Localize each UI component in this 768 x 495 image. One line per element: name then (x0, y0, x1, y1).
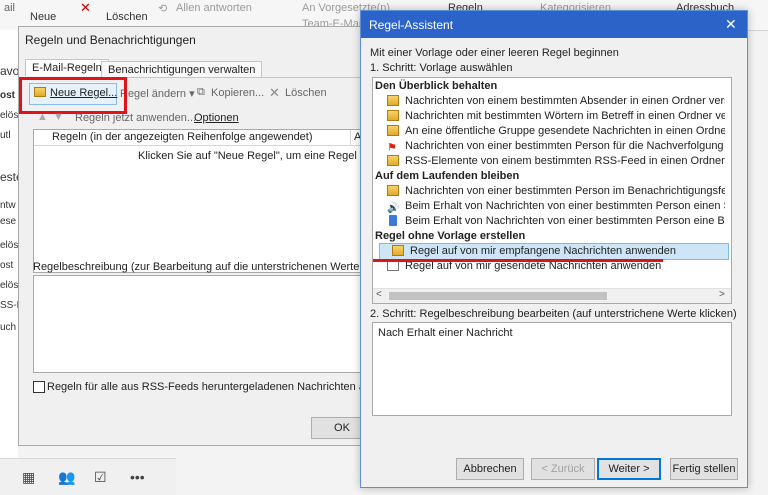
list-item[interactable]: An eine öffentliche Gruppe gesendete Nac… (375, 124, 725, 139)
navigation-bar: ▦ 👥 ☑ ••• (0, 458, 176, 495)
flag-icon: ⚑ (387, 142, 397, 154)
rules-wizard-dialog: Regel-Assistent ✕ Mit einer Vorlage oder… (360, 10, 748, 488)
column-divider (350, 130, 351, 145)
folder-pane: avo ost elös utl este ntw ese elös ost e… (0, 30, 18, 494)
copy-button[interactable]: Kopieren... (211, 87, 264, 99)
back-button[interactable]: < Zurück (531, 458, 595, 480)
tab-manage-notifications[interactable]: Benachrichtigungen verwalten (101, 61, 263, 78)
group-header: Den Überblick behalten (375, 80, 498, 92)
list-item[interactable]: Nachrichten von einem bestimmten Absende… (375, 94, 725, 109)
list-item[interactable]: RSS-Elemente von einem bestimmten RSS-Fe… (375, 154, 725, 169)
list-item-selected[interactable]: Regel auf von mir empfangene Nachrichten… (379, 243, 729, 260)
list-item[interactable]: 🔊 Beim Erhalt von Nachrichten von einer b… (375, 199, 725, 214)
list-item[interactable]: Beim Erhalt von Nachrichten von einer be… (375, 214, 725, 229)
delete-rule-button[interactable]: Löschen (285, 87, 327, 99)
folder-label[interactable]: ost (0, 260, 18, 271)
highlight-underline (373, 259, 663, 262)
envelope-icon (392, 245, 404, 256)
rules-dialog: Regeln und Benachrichtigungen E-Mail-Reg… (18, 26, 390, 446)
highlight-box (19, 77, 127, 114)
rule-description-box[interactable]: Nach Erhalt einer Nachricht (372, 322, 732, 416)
rss-folder-icon (387, 155, 399, 166)
reply-all-icon: ⟲ (158, 3, 168, 15)
apply-rules-now-button[interactable]: Regeln jetzt anwenden... (75, 112, 196, 124)
folder-label[interactable]: ost (0, 90, 18, 101)
move-down-icon[interactable]: ▼ (53, 111, 64, 123)
envelope-icon (387, 185, 399, 196)
copy-icon: ⧉ (197, 86, 205, 98)
folder-label[interactable]: elös (0, 280, 18, 291)
folder-label[interactable]: ese (0, 216, 18, 227)
people-icon[interactable]: 👥 (58, 469, 75, 486)
template-list[interactable]: Den Überblick behalten Nachrichten von e… (372, 77, 732, 304)
folder-label[interactable]: SS-F (0, 300, 18, 311)
folder-label[interactable]: utl (0, 130, 18, 141)
wizard-title: Regel-Assistent (369, 18, 454, 32)
scroll-right-icon[interactable]: > (719, 289, 725, 300)
rss-rules-label: Regeln für alle aus RSS-Feeds herunterge… (47, 381, 391, 393)
folder-label[interactable]: elös (0, 110, 18, 121)
wizard-titlebar: Regel-Assistent ✕ (361, 11, 747, 38)
next-button[interactable]: Weiter > (597, 458, 661, 480)
rss-rules-checkbox[interactable] (33, 381, 45, 393)
column-header-rule[interactable]: Regeln (in der angezeigten Reihenfolge a… (52, 131, 313, 143)
tab-email-rules[interactable]: E-Mail-Regeln (25, 59, 109, 76)
calendar-icon[interactable]: ▦ (22, 469, 35, 486)
wizard-intro: Mit einer Vorlage oder einer leeren Rege… (370, 47, 619, 59)
delete-button[interactable]: Löschen (106, 11, 148, 23)
mail-fragment: ail (4, 2, 16, 14)
folder-label[interactable]: avo (0, 64, 18, 78)
phone-icon (389, 215, 397, 226)
delete-rule-icon: ✕ (269, 85, 280, 100)
reply-all-button[interactable]: Allen antworten (176, 2, 252, 14)
horizontal-scrollbar[interactable]: < > (373, 288, 731, 303)
envelope-folder-icon (387, 125, 399, 136)
envelope-folder-icon (387, 110, 399, 121)
scroll-thumb[interactable] (389, 292, 607, 300)
group-header: Regel ohne Vorlage erstellen (375, 230, 526, 242)
folder-label[interactable]: este (0, 170, 18, 184)
speaker-icon: 🔊 (387, 203, 400, 214)
list-item[interactable]: Nachrichten von einer bestimmten Person … (375, 184, 725, 199)
scroll-left-icon[interactable]: < (376, 289, 382, 300)
empty-list-hint: Klicken Sie auf "Neue Regel", um eine Re… (138, 150, 385, 162)
change-rule-button[interactable]: Regel ändern ▾ (120, 87, 195, 100)
delete-icon[interactable]: ✕ (80, 0, 91, 16)
rule-description-box[interactable] (33, 275, 375, 373)
tasks-icon[interactable]: ☑ (94, 469, 107, 486)
folder-label[interactable]: uch (0, 322, 18, 333)
rule-description-label: Regelbeschreibung (zur Bearbeitung auf d… (33, 261, 384, 273)
more-icon[interactable]: ••• (130, 469, 145, 485)
list-item[interactable]: ⚑ Nachrichten von einer bestimmten Person… (375, 139, 725, 154)
dialog-title: Regeln und Benachrichtigungen (25, 33, 196, 47)
step2-label: 2. Schritt: Regelbeschreibung bearbeiten… (370, 308, 737, 320)
new-button[interactable]: Neue (30, 11, 56, 23)
folder-label[interactable]: ntw (0, 200, 18, 211)
options-button[interactable]: Optionen (194, 112, 239, 124)
rule-description-text: Nach Erhalt einer Nachricht (378, 327, 513, 339)
rules-list-header: Regeln (in der angezeigten Reihenfolge a… (34, 130, 374, 146)
cancel-button[interactable]: Abbrechen (456, 458, 524, 480)
group-header: Auf dem Laufenden bleiben (375, 170, 520, 182)
move-up-icon[interactable]: ▲ (37, 111, 48, 123)
step1-label: 1. Schritt: Vorlage auswählen (370, 62, 513, 74)
list-item[interactable]: Nachrichten mit bestimmten Wörtern im Be… (375, 109, 725, 124)
envelope-folder-icon (387, 95, 399, 106)
finish-button[interactable]: Fertig stellen (670, 458, 738, 480)
rules-list[interactable]: Regeln (in der angezeigten Reihenfolge a… (33, 129, 384, 273)
folder-label[interactable]: elös (0, 240, 18, 251)
close-icon[interactable]: ✕ (725, 16, 737, 33)
